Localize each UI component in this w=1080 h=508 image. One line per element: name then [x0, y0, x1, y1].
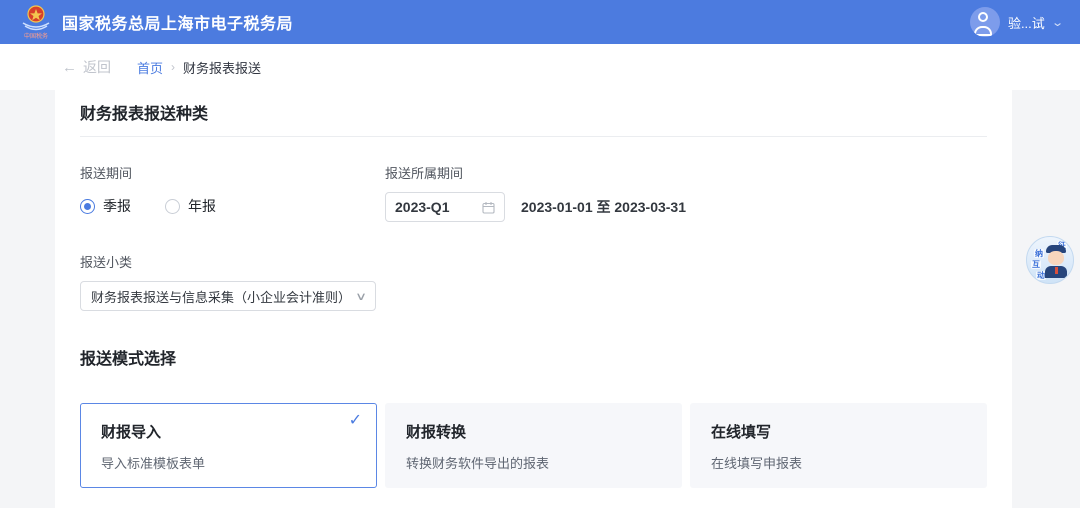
card-description: 转换财务软件导出的报表 [406, 453, 661, 472]
radio-label: 年报 [188, 196, 216, 216]
check-icon: ✓ [349, 410, 362, 430]
main-panel: 财务报表报送种类 报送期间 季报 年报 报送所属期间 2023-Q1 [55, 90, 1012, 508]
card-financial-report-convert[interactable]: 财报转换 转换财务软件导出的报表 [385, 403, 682, 488]
radio-option-annual[interactable]: 年报 [165, 196, 216, 216]
user-name: 验...试 [1008, 13, 1045, 32]
calendar-icon [482, 201, 495, 214]
date-value: 2023-Q1 [395, 199, 449, 215]
radio-label: 季报 [103, 196, 131, 216]
card-description: 在线填写申报表 [711, 453, 966, 472]
back-label: 返回 [83, 57, 111, 77]
user-avatar-icon [970, 7, 1000, 37]
select-value: 财务报表报送与信息采集（小企业会计准则） [91, 287, 351, 306]
radio-icon [80, 199, 95, 214]
card-description: 导入标准模板表单 [101, 453, 356, 472]
breadcrumb-separator: › [171, 60, 175, 74]
card-title: 财报转换 [406, 421, 661, 442]
card-title: 在线填写 [711, 421, 966, 442]
header-bar: 中国税务 国家税务总局上海市电子税务局 验...试 ⌄ [0, 0, 1080, 44]
breadcrumb-bar: ← 返回 首页 › 财务报表报送 [0, 44, 1080, 90]
card-financial-report-import[interactable]: ✓ 财报导入 导入标准模板表单 [80, 403, 377, 488]
breadcrumb: 首页 › 财务报表报送 [137, 58, 261, 77]
card-online-fill[interactable]: 在线填写 在线填写申报表 [690, 403, 987, 488]
section-title-filing-mode: 报送模式选择 [80, 345, 987, 369]
chevron-down-icon: ⌄ [1051, 16, 1064, 29]
radio-option-quarterly[interactable]: 季报 [80, 196, 131, 216]
tax-interaction-mascot-widget[interactable]: 纳 征 互 动 [1026, 236, 1074, 284]
belong-period-label: 报送所属期间 [385, 163, 686, 182]
back-arrow-icon: ← [62, 59, 77, 76]
mascot-char: 纳 [1034, 249, 1044, 258]
radio-icon [165, 199, 180, 214]
card-title: 财报导入 [101, 421, 356, 442]
filing-subtype-select[interactable]: 财务报表报送与信息采集（小企业会计准则） ∨ [80, 281, 376, 311]
belong-period-range-text: 2023-01-01 至 2023-03-31 [521, 197, 686, 217]
tax-emblem-icon: 中国税务 [20, 4, 52, 40]
belong-period-date-input[interactable]: 2023-Q1 [385, 192, 505, 222]
divider [80, 136, 987, 137]
mascot-char: 互 [1031, 260, 1041, 269]
chevron-down-icon: ∨ [355, 290, 367, 303]
filing-subtype-label: 报送小类 [80, 252, 987, 271]
app-title: 国家税务总局上海市电子税务局 [62, 10, 293, 34]
svg-text:中国税务: 中国税务 [24, 32, 48, 40]
section-title-filing-type: 财务报表报送种类 [80, 100, 987, 124]
user-menu[interactable]: 验...试 ⌄ [970, 7, 1062, 37]
back-button[interactable]: ← 返回 [62, 57, 111, 77]
breadcrumb-current: 财务报表报送 [183, 58, 261, 77]
filing-period-radio-group: 季报 年报 [80, 196, 385, 216]
breadcrumb-home-link[interactable]: 首页 [137, 58, 163, 77]
filing-mode-cards: ✓ 财报导入 导入标准模板表单 财报转换 转换财务软件导出的报表 在线填写 在线… [80, 403, 987, 488]
filing-period-label: 报送期间 [80, 163, 385, 182]
